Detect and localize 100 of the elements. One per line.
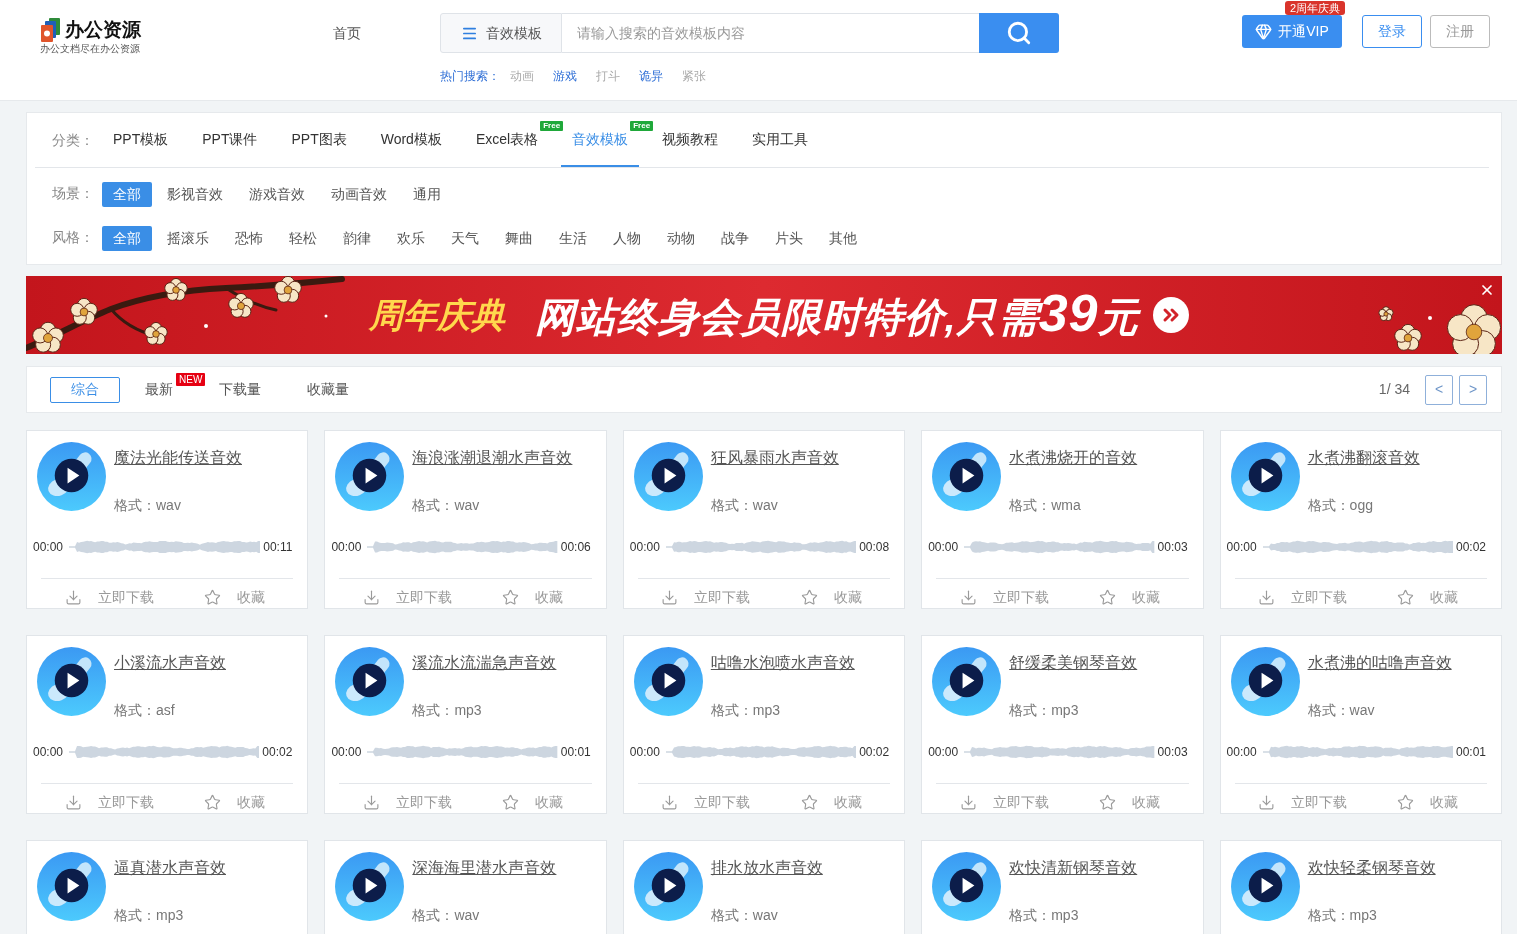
category-tab[interactable]: 实用工具	[741, 113, 820, 167]
filter-option[interactable]: 恐怖	[224, 226, 274, 251]
star-icon	[1397, 588, 1415, 606]
filter-option[interactable]: 轻松	[278, 226, 328, 251]
filter-option[interactable]: 影视音效	[156, 182, 234, 207]
end-time: 00:06	[560, 539, 591, 555]
category-tab[interactable]: PPT课件	[191, 113, 269, 167]
format-text: 格式：mp3	[710, 701, 781, 720]
format-text: 格式：mp3	[1009, 906, 1079, 925]
filter-option[interactable]: 舞曲	[494, 226, 544, 251]
music-play-icon[interactable]	[1230, 852, 1300, 921]
filter-option[interactable]: 摇滚乐	[156, 226, 220, 251]
format-text: 格式：asf	[114, 701, 175, 720]
filter-option[interactable]: 欢乐	[386, 226, 436, 251]
download-icon	[959, 793, 977, 811]
format-text: 格式：wma	[1009, 496, 1081, 515]
filter-option[interactable]: 其他	[818, 226, 868, 251]
filter-option[interactable]: 韵律	[332, 226, 382, 251]
star-icon	[800, 588, 818, 606]
filter-option[interactable]: 游戏音效	[238, 182, 316, 207]
music-play-icon[interactable]	[335, 852, 405, 921]
sound-title-link[interactable]: 魔法光能传送音效	[114, 447, 242, 469]
music-play-icon[interactable]	[633, 647, 703, 716]
filter-option[interactable]: 人物	[602, 226, 652, 251]
filter-label: 分类：	[51, 130, 95, 150]
end-time: 00:03	[1157, 539, 1188, 555]
hot-search-link[interactable]: 诡异	[639, 68, 663, 84]
star-icon	[502, 793, 520, 811]
category-dropdown[interactable]: 音效模板	[440, 13, 562, 53]
category-tab[interactable]: PPT模板	[102, 113, 180, 167]
promo-banner[interactable]: 周年庆典 网站终身会员限时特价,只需39元	[26, 276, 1502, 354]
star-icon	[203, 793, 221, 811]
category-tab[interactable]: 视频教程	[651, 113, 730, 167]
sound-title-link[interactable]: 水煮沸的咕噜声音效	[1307, 652, 1452, 674]
sound-title-link[interactable]: 深海海里潜水声音效	[412, 857, 557, 879]
end-time: 00:02	[859, 744, 890, 760]
sound-title-link[interactable]: 排水放水声音效	[710, 857, 823, 879]
banner-highlight: 周年庆典	[368, 295, 505, 336]
sound-title-link[interactable]: 水煮沸烧开的音效	[1009, 447, 1138, 469]
download-icon	[661, 793, 679, 811]
download-icon	[1258, 793, 1276, 811]
music-play-icon[interactable]	[932, 442, 1002, 511]
filter-option[interactable]: 片头	[764, 226, 814, 251]
hot-search-label: 热门搜索：	[440, 68, 500, 84]
filter-option[interactable]: 通用	[402, 182, 452, 207]
category-tab[interactable]: Word模板	[369, 113, 453, 167]
category-tab[interactable]: PPT图表	[280, 113, 358, 167]
sound-title-link[interactable]: 咕噜水泡喷水声音效	[710, 652, 855, 674]
start-time: 00:00	[33, 539, 64, 555]
music-play-icon[interactable]	[932, 852, 1002, 921]
login-button[interactable]: 登录	[1362, 15, 1422, 48]
sound-title-link[interactable]: 水煮沸翻滚音效	[1307, 447, 1420, 469]
close-icon[interactable]	[1479, 282, 1495, 298]
music-play-icon[interactable]	[633, 852, 703, 921]
nav-link[interactable]: 首页	[333, 23, 361, 43]
music-play-icon[interactable]	[633, 442, 703, 511]
star-icon	[502, 588, 520, 606]
music-play-icon[interactable]	[1230, 647, 1300, 716]
sound-title-link[interactable]: 狂风暴雨水声音效	[710, 447, 839, 469]
sound-title-link[interactable]: 欢快轻柔钢琴音效	[1307, 857, 1436, 879]
start-time: 00:00	[928, 744, 959, 760]
sound-title-link[interactable]: 海浪涨潮退潮水声音效	[412, 447, 573, 469]
filter-option[interactable]: 天气	[440, 226, 490, 251]
filter-option[interactable]: 动物	[656, 226, 706, 251]
music-play-icon[interactable]	[37, 442, 106, 511]
music-play-icon[interactable]	[1230, 442, 1300, 511]
start-time: 00:00	[33, 744, 64, 760]
format-text: 格式：mp3	[1307, 906, 1377, 925]
start-time: 00:00	[331, 744, 362, 760]
filter-option[interactable]: 动画音效	[320, 182, 398, 207]
music-play-icon[interactable]	[37, 647, 106, 716]
filter-option[interactable]: 生活	[548, 226, 598, 251]
music-play-icon[interactable]	[932, 647, 1002, 716]
star-icon	[1099, 588, 1116, 606]
logo-text: 办公资源	[65, 18, 141, 42]
format-text: 格式：ogg	[1307, 496, 1373, 515]
music-play-icon[interactable]	[335, 442, 405, 511]
music-play-icon[interactable]	[37, 852, 106, 921]
music-play-icon[interactable]	[335, 647, 405, 716]
sound-title-link[interactable]: 逼真潜水声音效	[114, 857, 226, 879]
free-badge: Free	[540, 121, 564, 131]
sound-title-link[interactable]: 小溪流水声音效	[114, 652, 226, 674]
sound-title-link[interactable]: 欢快清新钢琴音效	[1009, 857, 1138, 879]
sort-option[interactable]: 收藏量	[286, 376, 370, 403]
end-time: 00:08	[859, 539, 890, 555]
search-icon	[1006, 20, 1032, 46]
search-input[interactable]: 请输入搜索的音效模板内容	[562, 13, 979, 53]
filter-option[interactable]: 战争	[710, 226, 760, 251]
double-chevron-icon	[1153, 297, 1190, 333]
download-icon	[1258, 588, 1276, 606]
anniversary-badge: 2周年庆典	[1284, 1, 1345, 15]
format-text: 格式：mp3	[412, 701, 482, 720]
start-time: 00:00	[629, 744, 660, 760]
search-button[interactable]	[979, 13, 1059, 53]
sound-title-link[interactable]: 溪流水流湍急声音效	[412, 652, 557, 674]
diamond-icon	[1255, 23, 1273, 40]
sort-option[interactable]: 综合	[50, 376, 120, 403]
filter-label: 场景：	[52, 184, 95, 203]
hot-search-link[interactable]: 游戏	[553, 68, 577, 84]
sound-title-link[interactable]: 舒缓柔美钢琴音效	[1009, 652, 1138, 674]
